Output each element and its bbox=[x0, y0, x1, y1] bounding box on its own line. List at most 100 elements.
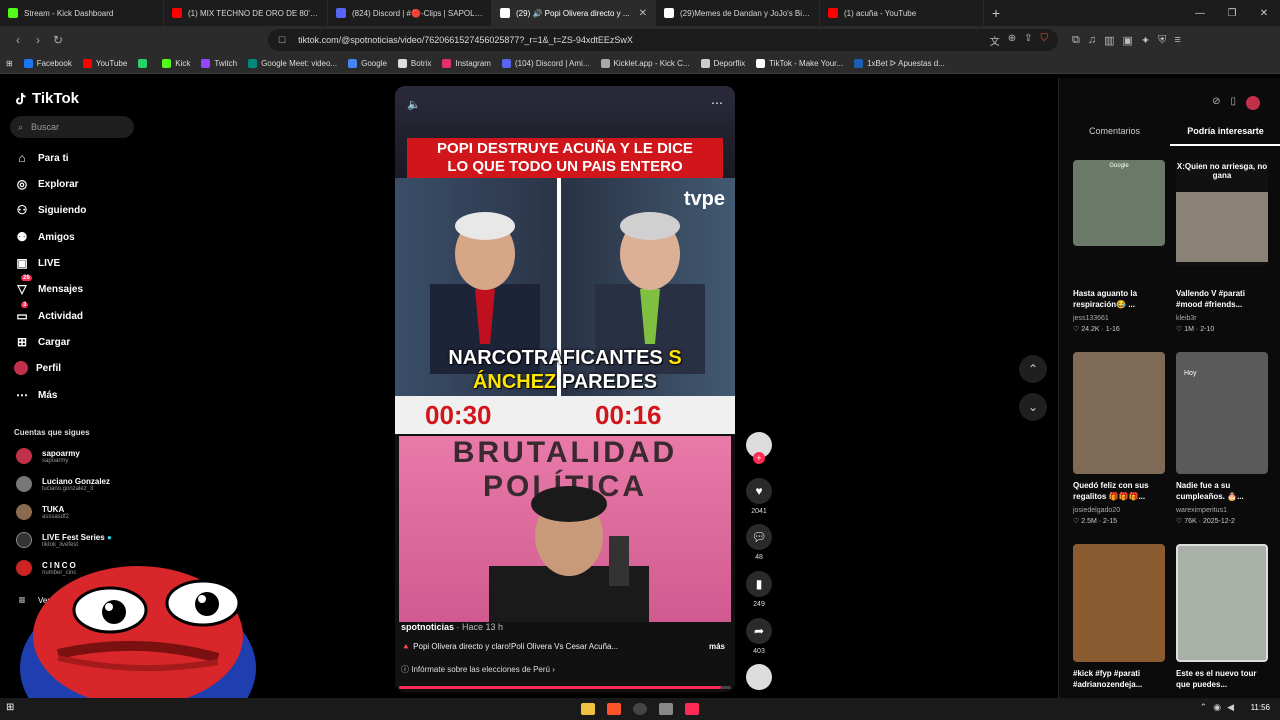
more-button[interactable]: más bbox=[709, 642, 725, 651]
close-icon[interactable]: ✕ bbox=[1248, 8, 1280, 19]
nav-amigos[interactable]: ⚉ Amigos bbox=[14, 229, 75, 245]
close-tab-icon[interactable]: ✕ bbox=[639, 8, 647, 19]
bookmark-youtube[interactable]: YouTube bbox=[82, 59, 127, 68]
next-video-button[interactable]: ⌄ bbox=[1019, 393, 1047, 421]
nav-live[interactable]: ▣ LIVE bbox=[14, 255, 60, 271]
recommended-video[interactable]: #kick #fyp #parati #adrianozendeja... bbox=[1073, 544, 1165, 692]
video-player[interactable]: 🔈 ⋯ POPI DESTRUYE ACUÑA Y LE DICE LO QUE… bbox=[395, 86, 735, 692]
tab-podria-interesarte[interactable]: Podría interesarte bbox=[1170, 126, 1280, 146]
recommended-video[interactable]: X:Quien no arriesga, no gana Vallendo V … bbox=[1176, 160, 1268, 333]
recommended-video[interactable]: Hoy Nadie fue a su cumpleaños. 🎂... ware… bbox=[1176, 352, 1268, 525]
bookmark-facebook[interactable]: Facebook bbox=[23, 59, 72, 68]
following-account[interactable]: Luciano Gonzalez luciano.gonzalez_3 bbox=[16, 476, 110, 492]
vpn-icon[interactable]: ⛨ bbox=[1158, 34, 1166, 47]
nav-cargar[interactable]: ⊞ Cargar bbox=[14, 334, 70, 350]
minimize-icon[interactable]: — bbox=[1184, 8, 1216, 19]
nav-mensajes[interactable]: ▽ 26 Mensajes bbox=[14, 275, 83, 297]
discord-icon bbox=[336, 8, 346, 18]
new-tab-button[interactable]: + bbox=[984, 5, 1008, 21]
back-icon[interactable]: ‹ bbox=[8, 33, 28, 47]
previous-video-button[interactable]: ⌃ bbox=[1019, 355, 1047, 383]
following-account[interactable]: LIVE Fest Series ● tiktok_livefest bbox=[16, 532, 112, 548]
translate-icon[interactable]: 文 bbox=[990, 33, 1000, 48]
extensions-icon[interactable]: ⧉ bbox=[1072, 34, 1080, 47]
bookmark-tiktok[interactable]: TikTok - Make Your... bbox=[756, 59, 843, 68]
nav-perfil[interactable]: Perfil bbox=[14, 361, 61, 375]
chevron-up-icon: ⌃ bbox=[1027, 362, 1039, 376]
heart-icon: ♥ bbox=[746, 478, 772, 504]
chevron-up-icon[interactable]: ⌃ bbox=[1200, 702, 1208, 713]
app-icon[interactable] bbox=[659, 703, 673, 715]
bookmark-1xbet[interactable]: 1xBet ᐅ Apuestas d... bbox=[854, 59, 945, 68]
url-field[interactable]: ☐ tiktok.com/@spotnoticias/video/7620661… bbox=[268, 29, 1058, 51]
nav-siguiendo[interactable]: ⚇ Siguiendo bbox=[14, 202, 87, 218]
tab-comentarios[interactable]: Comentarios bbox=[1059, 126, 1170, 146]
bookmark-google[interactable]: Google bbox=[348, 59, 387, 68]
bookmark-meet[interactable]: Google Meet: video... bbox=[248, 59, 337, 68]
more-icon: ⋯ bbox=[16, 388, 28, 402]
browser-tab[interactable]: (1) MIX TECHNO DE ORO DE 80's & ... bbox=[164, 0, 328, 26]
search-input[interactable]: ⌕ Buscar bbox=[10, 116, 134, 138]
bookmark-discord[interactable]: (104) Discord | Ami... bbox=[501, 59, 590, 68]
bookmark-icon[interactable]: ☐ bbox=[278, 35, 286, 46]
comment-button[interactable]: 💬︎ 48 bbox=[745, 524, 773, 561]
election-info-link[interactable]: ⓘ Infórmate sobre las elecciones de Perú… bbox=[401, 664, 555, 675]
volume-icon[interactable]: 🔈 bbox=[407, 98, 421, 111]
wallet-icon[interactable]: ▣ bbox=[1123, 34, 1133, 47]
bookmark-kicklet[interactable]: Kicklet.app - Kick C... bbox=[600, 59, 690, 68]
coin-icon[interactable]: ⊘ bbox=[1212, 96, 1220, 110]
video-options-icon[interactable]: ⋯ bbox=[711, 96, 723, 110]
tiktok-logo[interactable]: TikTok bbox=[14, 90, 79, 107]
tiktok-app-icon[interactable] bbox=[685, 703, 699, 715]
forward-icon[interactable]: › bbox=[28, 33, 48, 47]
browser-tab-active[interactable]: (29) 🔊 Popi Olivera directo y ... ✕ bbox=[492, 0, 656, 26]
windows-start-icon[interactable]: ⊞ bbox=[6, 702, 14, 713]
following-account[interactable]: sapoarmy sapoarmy bbox=[16, 448, 80, 464]
volume-icon[interactable]: ◀ bbox=[1227, 702, 1234, 713]
network-icon[interactable]: ◉ bbox=[1213, 702, 1221, 713]
sound-button[interactable] bbox=[745, 664, 773, 690]
media-icon[interactable]: ♫ bbox=[1088, 34, 1096, 47]
bookmark-whatsapp[interactable] bbox=[138, 59, 151, 68]
whatsapp-icon bbox=[138, 59, 148, 68]
obs-icon[interactable] bbox=[633, 703, 647, 715]
browser-tab[interactable]: (824) Discord | #🔴-Clips | SAPOLIOS bbox=[328, 0, 492, 26]
nav-mas[interactable]: ⋯ Más bbox=[14, 387, 57, 403]
menu-icon[interactable]: ≡ bbox=[1174, 34, 1180, 47]
brave-icon[interactable] bbox=[607, 703, 621, 715]
apps-icon[interactable]: ⊞ bbox=[6, 59, 13, 68]
bookmark-deporflix[interactable]: Deporflix bbox=[700, 59, 745, 68]
nav-para-ti[interactable]: ⌂ Para ti bbox=[14, 150, 68, 166]
reload-icon[interactable]: ↻ bbox=[48, 33, 68, 47]
recommended-video[interactable]: Google Hasta aguanto la respiración😂 ...… bbox=[1073, 160, 1165, 333]
bookmark-botrix[interactable]: Botrix bbox=[397, 59, 431, 68]
nav-actividad[interactable]: ▭ 3 Actividad bbox=[14, 302, 83, 324]
bookmark-kick[interactable]: Kick bbox=[162, 59, 190, 68]
bookmark-twitch[interactable]: Twitch bbox=[201, 59, 237, 68]
save-button[interactable]: ▮ 249 bbox=[745, 571, 773, 608]
share-button[interactable]: ➦ 403 bbox=[745, 618, 773, 655]
avatar[interactable] bbox=[1246, 96, 1260, 110]
recommended-video[interactable]: Quedó feliz con sus regalitos 🎁🎁🎁... jos… bbox=[1073, 352, 1165, 525]
following-account[interactable]: TUKA asssasdf2 bbox=[16, 504, 69, 520]
share-icon[interactable]: ⇪ bbox=[1024, 33, 1032, 48]
creator-avatar[interactable]: + bbox=[745, 432, 773, 464]
recommended-video[interactable]: Este es el nuevo tour que puedes... bbox=[1176, 544, 1268, 692]
restore-icon[interactable]: ❐ bbox=[1216, 8, 1248, 19]
sidebar-icon[interactable]: ▥ bbox=[1104, 34, 1114, 47]
phone-icon[interactable]: ▯ bbox=[1230, 96, 1236, 110]
video-thumbnail: Google bbox=[1073, 160, 1165, 246]
video-progress-bar[interactable] bbox=[399, 686, 731, 689]
brave-shield-icon[interactable]: ⛉ bbox=[1041, 33, 1049, 48]
like-button[interactable]: ♥ 2041 bbox=[745, 478, 773, 515]
zoom-icon[interactable]: ⊕ bbox=[1008, 33, 1016, 48]
follow-plus-icon[interactable]: + bbox=[753, 452, 765, 464]
leo-icon[interactable]: ✦ bbox=[1141, 34, 1150, 47]
browser-tab[interactable]: (29)Memes de Dandan y JoJo's Bizarr... bbox=[656, 0, 820, 26]
file-explorer-icon[interactable] bbox=[581, 703, 595, 715]
browser-tab[interactable]: Stream - Kick Dashboard bbox=[0, 0, 164, 26]
bookmark-instagram[interactable]: Instagram bbox=[442, 59, 491, 68]
nav-explorar[interactable]: ◎ Explorar bbox=[14, 176, 79, 192]
video-author[interactable]: spotnoticias · Hace 13 h bbox=[401, 622, 503, 632]
browser-tab[interactable]: (1) acuña - YouTube bbox=[820, 0, 984, 26]
